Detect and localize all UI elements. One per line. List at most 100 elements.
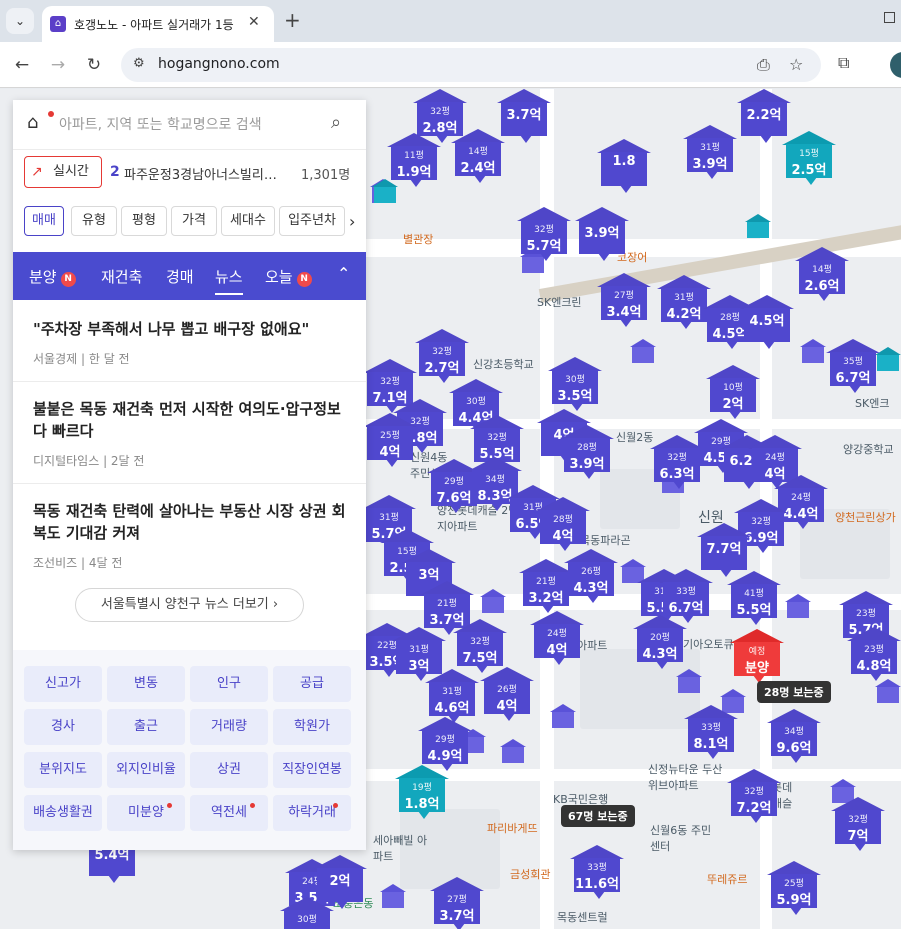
address-bar[interactable]: ⚙ hogangnono.com ⎙ ☆ [121, 48, 821, 82]
presale-marker[interactable]: 예정 분양 [730, 629, 784, 685]
info-layer-button[interactable]: 직장인연봉 [273, 752, 351, 788]
tab-news[interactable]: 뉴스 [215, 266, 243, 295]
map-label[interactable]: SK엔크린 [537, 294, 582, 310]
map-label[interactable]: 금성회관 [510, 866, 550, 882]
back-arrow-icon[interactable]: ← [9, 52, 35, 78]
info-layer-button[interactable]: 상권 [190, 752, 268, 788]
tab-presale[interactable]: 분양 N [29, 266, 76, 287]
info-layer-button[interactable]: 공급 [273, 666, 351, 702]
apartment-marker-small[interactable] [550, 704, 576, 728]
apartment-marker-small[interactable] [800, 339, 826, 363]
rank-apartment-name[interactable]: 파주운정3경남아너스빌리… [124, 164, 300, 183]
realtime-button[interactable]: ↗ 실시간 [24, 156, 102, 188]
info-layer-button[interactable]: 역전세 [190, 795, 268, 831]
search-input[interactable] [59, 112, 319, 138]
apartment-price-marker[interactable]: 10평 2억 [706, 365, 760, 421]
map-label[interactable]: 신월2동 [616, 429, 653, 445]
filter-chip-price[interactable]: 가격 [171, 206, 217, 236]
filter-chip-trade[interactable]: 매매 [24, 206, 64, 236]
apartment-price-marker[interactable]: 11평 1.9억 [387, 133, 441, 189]
apartment-price-marker[interactable]: 27평 3.4억 [597, 273, 651, 329]
info-layer-button[interactable]: 신고가 [24, 666, 102, 702]
apartment-price-marker[interactable]: 26평 4억 [480, 667, 534, 723]
map-label[interactable]: 세아빼빌 아파트 [373, 832, 433, 864]
url-text[interactable]: hogangnono.com [158, 56, 280, 72]
map-label[interactable]: 양천근린상가 [835, 509, 896, 525]
apartment-marker-small[interactable] [785, 594, 811, 618]
map-label[interactable]: 기아오토큐 [683, 636, 734, 652]
new-tab-button[interactable]: + [284, 8, 301, 32]
realtime-ranking[interactable]: ↗ 실시간 2 파주운정3경남아너스빌리… 1,301명 [13, 150, 366, 196]
apartment-price-marker[interactable]: 32평 5.7억 [517, 207, 571, 263]
info-layer-button[interactable]: 변동 [107, 666, 185, 702]
apartment-marker-small[interactable] [676, 669, 702, 693]
search-icon[interactable]: ⌕ [331, 112, 341, 133]
map-label[interactable]: SK엔크 [855, 395, 889, 411]
filter-chip-years[interactable]: 입주년차 [279, 206, 345, 236]
apartment-price-marker[interactable]: 32평 2.7억 [415, 329, 469, 385]
apartment-marker-small[interactable] [380, 884, 406, 908]
apartment-price-marker[interactable]: 32평 7억 [831, 797, 885, 853]
tab-search-button[interactable]: ⌄ [6, 8, 34, 34]
news-item[interactable]: 불붙은 목동 재건축 먼저 시작한 여의도·압구정보다 빠르다 디지털타임스 |… [13, 382, 366, 484]
apartment-price-marker[interactable]: 33평 11.6억 [570, 845, 624, 901]
map-label[interactable]: 신강초등학교 [473, 356, 534, 372]
info-layer-button[interactable]: 분위지도 [24, 752, 102, 788]
apartment-price-marker[interactable]: 32평 7.2억 [727, 769, 781, 825]
info-layer-button[interactable]: 외지인비율 [107, 752, 185, 788]
apartment-price-marker[interactable]: 23평 4.8억 [847, 627, 901, 683]
news-item[interactable]: "주차장 부족해서 나무 뽑고 배구장 없애요" 서울경제 | 한 달 전 [13, 300, 366, 382]
apartment-price-marker[interactable]: 15평 2.5억 [782, 131, 836, 187]
apartment-price-marker[interactable]: 24평 4억 [530, 611, 584, 667]
info-layer-button[interactable]: 배송생활권 [24, 795, 102, 831]
map-label[interactable]: 뚜레쥬르 [707, 871, 747, 887]
map-label[interactable]: 신정뉴타운 두산위브아파트 [648, 761, 728, 793]
apartment-price-marker[interactable]: 25평 5.9억 [767, 861, 821, 917]
active-tab[interactable]: ⌂ 호갱노노 - 아파트 실거래가 1등 ✕ [42, 6, 274, 42]
apartment-price-marker[interactable]: 28평 4억 [536, 497, 590, 553]
map-label[interactable]: 파리바게뜨 [487, 820, 538, 836]
more-news-button[interactable]: 서울특별시 양천구 뉴스 더보기 › [75, 588, 304, 622]
info-layer-button[interactable]: 경사 [24, 709, 102, 745]
chevron-up-icon[interactable]: ⌃ [337, 264, 350, 283]
news-title[interactable]: "주차장 부족해서 나무 뽑고 배구장 없애요" [33, 318, 353, 340]
map-label[interactable]: 별관장 [403, 231, 433, 247]
apartment-price-marker[interactable]: 33평 8.1억 [684, 705, 738, 761]
extensions-icon[interactable]: ⧉ [838, 53, 849, 73]
filter-chip-area[interactable]: 평형 [121, 206, 167, 236]
map-label[interactable]: 신월6동 주민센터 [650, 822, 720, 854]
info-layer-button[interactable]: 인구 [190, 666, 268, 702]
tab-reconstruction[interactable]: 재건축 [101, 266, 142, 287]
apartment-marker-small[interactable] [500, 739, 526, 763]
apartment-price-marker[interactable]: 30평4.5억 [280, 897, 334, 929]
bookmark-star-icon[interactable]: ☆ [789, 55, 803, 74]
map-label[interactable]: 양강중학교 [843, 441, 894, 457]
apartment-price-marker[interactable]: 19평 1.8억 [395, 765, 449, 821]
close-tab-icon[interactable]: ✕ [248, 14, 260, 30]
apartment-price-marker[interactable]: 14평 2.4억 [451, 129, 505, 185]
apartment-price-marker[interactable]: 14평 2.6억 [795, 247, 849, 303]
site-info-icon[interactable]: ⚙ [133, 56, 145, 71]
tab-today[interactable]: 오늘 N [265, 266, 312, 287]
info-layer-button[interactable]: 출근 [107, 709, 185, 745]
apartment-marker-small[interactable] [630, 339, 656, 363]
info-layer-button[interactable]: 거래량 [190, 709, 268, 745]
apartment-price-marker[interactable]: 30평 3.5억 [548, 357, 602, 413]
info-layer-button[interactable]: 하락거래 [273, 795, 351, 831]
apartment-price-marker[interactable]: 1.8 [597, 139, 651, 195]
info-layer-button[interactable]: 미분양 [107, 795, 185, 831]
apartment-price-marker[interactable]: 20평 4.3억 [633, 615, 687, 671]
apartment-marker-small[interactable] [480, 589, 506, 613]
install-app-icon[interactable]: ⎙ [757, 55, 770, 75]
tab-auction[interactable]: 경매 [166, 266, 194, 287]
apartment-price-marker[interactable]: 25평 4억 [363, 413, 417, 469]
apartment-price-marker[interactable]: 26평 4.3억 [564, 549, 618, 605]
filter-chip-type[interactable]: 유형 [71, 206, 117, 236]
apartment-price-marker[interactable]: 4.5억 [740, 295, 794, 351]
news-item[interactable]: 목동 재건축 탄력에 살아나는 부동산 시장 상권 회복도 기대감 커져 조선비… [13, 484, 366, 580]
apartment-price-marker[interactable]: 27평 3.7억 [430, 877, 484, 929]
profile-avatar[interactable] [890, 52, 901, 78]
news-title[interactable]: 불붙은 목동 재건축 먼저 시작한 여의도·압구정보다 빠르다 [33, 398, 353, 442]
apartment-price-marker[interactable]: 34평 9.6억 [767, 709, 821, 765]
info-layer-button[interactable]: 학원가 [273, 709, 351, 745]
